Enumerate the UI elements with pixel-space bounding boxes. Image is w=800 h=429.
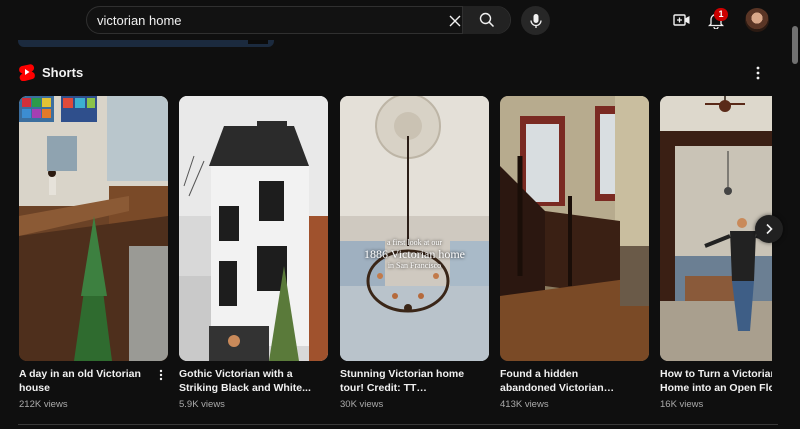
short-title[interactable]: Gothic Victorian with a Striking Black a… (179, 367, 315, 395)
short-views: 30K views (340, 399, 384, 410)
shorts-title: Shorts (42, 64, 84, 80)
short-views: 16K views (660, 399, 704, 410)
short-title[interactable]: How to Turn a Victorian Home into an Ope… (660, 367, 772, 395)
clear-icon (449, 15, 461, 27)
previous-result-edge (18, 40, 274, 47)
short-thumbnail[interactable] (19, 96, 168, 361)
search-button[interactable] (462, 6, 510, 34)
section-divider (18, 424, 778, 425)
create-icon (673, 14, 690, 26)
create-button[interactable] (671, 9, 693, 31)
top-bar: 1 (0, 0, 800, 40)
shorts-shelf-header: Shorts (18, 62, 83, 82)
mic-icon (529, 13, 542, 28)
short-title[interactable]: A day in an old Victorian house (19, 367, 155, 395)
search-icon (479, 12, 494, 28)
short-title[interactable]: Found a hidden abandoned Victorian Mansi… (500, 367, 636, 395)
scrollbar-thumb[interactable] (792, 26, 798, 64)
video-overlay-caption: a first look at our 1886 Victorian home … (340, 238, 489, 271)
short-title[interactable]: Stunning Victorian home tour! Credit: TT… (340, 367, 476, 395)
short-views: 212K views (19, 399, 68, 410)
short-thumbnail[interactable] (500, 96, 649, 361)
search-input[interactable] (97, 7, 437, 33)
carousel-next-button[interactable] (755, 215, 783, 243)
more-vert-icon (756, 66, 760, 80)
short-views: 5.9K views (179, 399, 225, 410)
voice-search-button[interactable] (521, 6, 550, 35)
shelf-more-button[interactable] (750, 64, 766, 82)
short-thumbnail[interactable]: a first look at our 1886 Victorian home … (340, 96, 489, 361)
scrollbar-track[interactable] (790, 0, 800, 429)
shorts-logo-icon (18, 63, 36, 81)
caption-line: 1886 Victorian home (363, 247, 466, 261)
short-views: 413K views (500, 399, 549, 410)
shorts-carousel: A day in an old Victorian house 212K vie… (0, 96, 772, 426)
account-avatar[interactable] (745, 8, 769, 32)
caption-line: in San Francisco (387, 261, 442, 270)
notification-count-badge: 1 (714, 8, 728, 21)
search-box[interactable] (86, 6, 511, 34)
short-thumbnail[interactable] (179, 96, 328, 361)
chevron-right-icon (766, 223, 773, 235)
short-more-button[interactable] (156, 368, 166, 382)
more-vert-icon (159, 369, 163, 381)
